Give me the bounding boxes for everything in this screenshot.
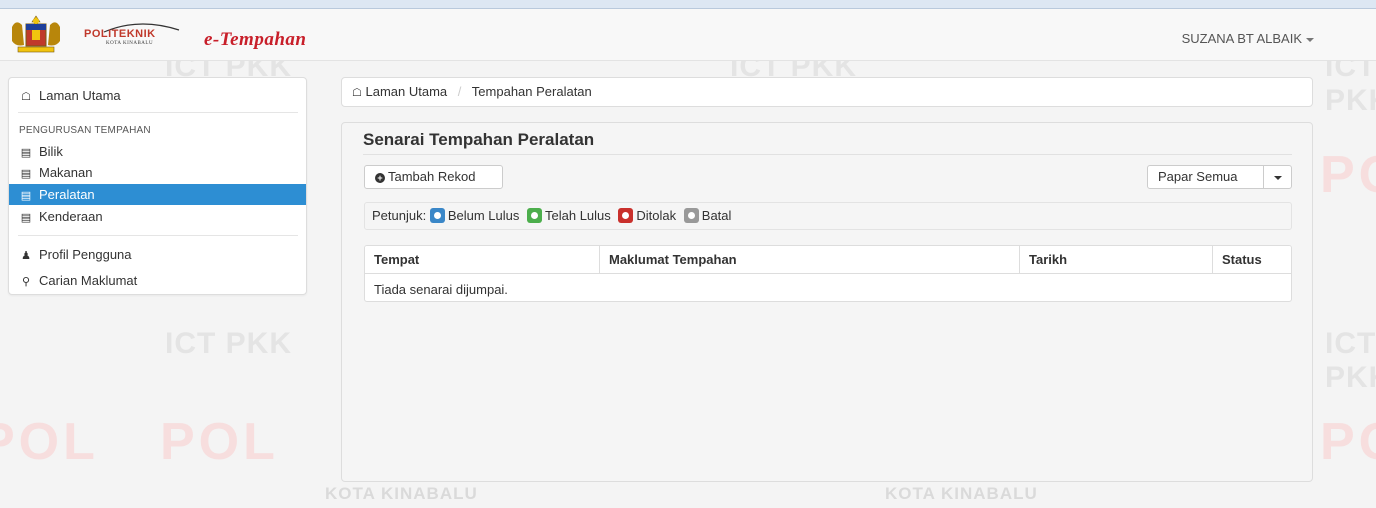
filter-dropdown-toggle[interactable] — [1263, 165, 1292, 189]
sidebar-item-label: Makanan — [39, 165, 93, 180]
list-icon: ▤ — [20, 168, 32, 180]
top-navbar: POLITEKNIK KOTA KINABALU e-Tempahan SUZA… — [0, 9, 1376, 61]
sidebar-item-label: Profil Pengguna — [39, 247, 132, 262]
list-icon: ▤ — [20, 212, 32, 224]
watermark-logo: POL — [0, 413, 99, 471]
watermark-text: ICT PKK — [1325, 327, 1376, 394]
malaysia-crest-icon — [12, 15, 60, 53]
user-name: SUZANA BT ALBAIK — [1181, 31, 1302, 46]
filter-dropdown-button[interactable]: Papar Semua — [1147, 165, 1264, 189]
legend-label: Telah Lulus — [545, 208, 611, 223]
politeknik-logo[interactable]: POLITEKNIK KOTA KINABALU — [84, 21, 194, 51]
add-record-label: Tambah Rekod — [388, 169, 476, 184]
breadcrumb-home-link[interactable]: Laman Utama — [366, 84, 448, 99]
home-icon: ☖ — [352, 87, 362, 99]
ban-icon — [683, 208, 699, 224]
legend-prefix: Petunjuk: — [372, 208, 427, 223]
watermark-text: ICT PKK — [165, 327, 292, 360]
title-divider — [363, 154, 1292, 155]
sidebar-item-label: Laman Utama — [39, 88, 121, 103]
sidebar-item-profile[interactable]: ♟ Profil Pengguna — [9, 244, 306, 265]
column-header-maklumat[interactable]: Maklumat Tempahan — [600, 246, 1020, 274]
user-icon: ♟ — [21, 250, 31, 262]
cross-icon — [618, 208, 634, 224]
filter-label: Papar Semua — [1158, 169, 1238, 184]
sidebar-item-home[interactable]: ☖ Laman Utama — [9, 85, 306, 106]
sidebar-item-label: Kenderaan — [39, 209, 103, 224]
search-icon: ⚲ — [21, 276, 31, 288]
sidebar-divider — [18, 112, 298, 113]
sidebar-divider — [18, 235, 298, 236]
home-icon: ☖ — [21, 91, 31, 103]
sidebar-item-makanan[interactable]: ▤ Makanan — [9, 162, 306, 183]
breadcrumb-current: Tempahan Peralatan — [471, 84, 592, 99]
app-brand[interactable]: e-Tempahan — [204, 29, 306, 51]
add-record-button[interactable]: + Tambah Rekod — [364, 165, 503, 189]
caret-down-icon — [1306, 37, 1314, 42]
plus-circle-icon: + — [375, 172, 385, 183]
sidebar-item-search[interactable]: ⚲ Carian Maklumat — [9, 270, 306, 291]
list-icon: ▤ — [20, 147, 32, 159]
watermark-logo: POL — [160, 413, 279, 471]
breadcrumb-separator: / — [457, 84, 462, 99]
main-panel: Senarai Tempahan Peralatan + Tambah Rekod… — [341, 122, 1313, 482]
page-title: Senarai Tempahan Peralatan — [363, 130, 595, 149]
sidebar-nav: ☖ Laman Utama PENGURUSAN TEMPAHAN ▤ Bilik … — [8, 77, 307, 295]
politeknik-subtitle: KOTA KINABALU — [106, 41, 154, 46]
user-menu-dropdown[interactable]: SUZANA BT ALBAIK — [1182, 31, 1314, 46]
watermark-text: KOTA KINABALU — [325, 484, 478, 503]
bookings-table: Tempat Maklumat Tempahan Tarikh Status T… — [364, 245, 1292, 302]
sidebar-section-header: PENGURUSAN TEMPAHAN — [19, 125, 151, 136]
sidebar-item-label: Carian Maklumat — [39, 273, 138, 288]
politeknik-wordmark: POLITEKNIK — [84, 28, 156, 40]
check-icon — [527, 208, 542, 224]
column-header-status[interactable]: Status — [1213, 246, 1291, 274]
legend-label: Batal — [701, 208, 732, 223]
sidebar-item-label: Bilik — [39, 144, 63, 159]
column-header-tempat[interactable]: Tempat — [365, 246, 600, 274]
watermark-text: KOTA KINABALU — [885, 484, 1038, 503]
watermark-logo: POL — [1320, 146, 1376, 204]
list-icon: ▤ — [20, 190, 32, 202]
sidebar-item-label: Peralatan — [39, 187, 95, 202]
breadcrumb: ☖ Laman Utama / Tempahan Peralatan — [341, 77, 1313, 107]
sidebar-item-peralatan[interactable]: ▤ Peralatan — [9, 184, 306, 205]
legend-label: Belum Lulus — [447, 208, 520, 223]
status-legend: Petunjuk: Belum Lulus Telah Lulus Ditola… — [364, 202, 1292, 230]
column-header-tarikh[interactable]: Tarikh — [1020, 246, 1213, 274]
caret-down-icon — [1273, 175, 1282, 180]
legend-label: Ditolak — [636, 208, 677, 223]
table-empty-message: Tiada senarai dijumpai. — [374, 282, 508, 297]
watermark-logo: POL — [1320, 413, 1376, 471]
info-icon — [429, 208, 445, 224]
sidebar-item-kenderaan[interactable]: ▤ Kenderaan — [9, 206, 306, 227]
browser-top-strip — [0, 0, 1376, 9]
sidebar-item-bilik[interactable]: ▤ Bilik — [9, 141, 306, 162]
